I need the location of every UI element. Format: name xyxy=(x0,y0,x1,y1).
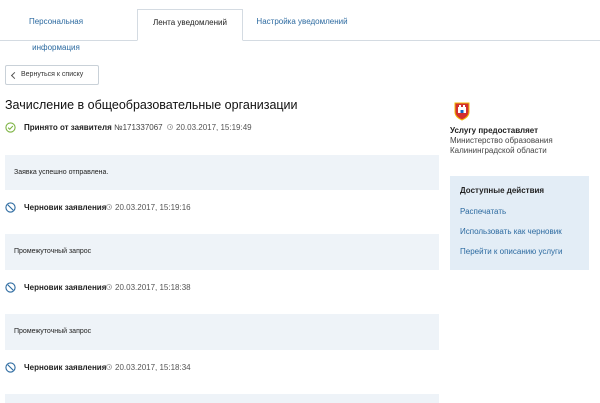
tab-bar-divider xyxy=(0,40,600,41)
event-time: 20.03.2017, 15:19:16 xyxy=(115,203,191,212)
provider-title: Услугу предоставляет xyxy=(450,126,539,135)
back-to-list-button[interactable]: Вернуться к списку xyxy=(5,65,99,85)
event-message: Промежуточный запрос xyxy=(5,234,439,270)
available-actions-panel: Доступные действия Распечатать Использов… xyxy=(450,176,589,270)
clock-icon xyxy=(106,204,112,210)
chevron-left-icon xyxy=(10,71,19,80)
clock-icon xyxy=(167,124,173,130)
clock-icon xyxy=(106,284,112,290)
coat-of-arms-icon xyxy=(454,102,470,121)
tab-notifications-feed[interactable]: Лента уведомлений xyxy=(137,9,243,41)
print-link[interactable]: Распечатать xyxy=(460,207,506,216)
event-message: Заявка успешно отправлена. xyxy=(5,155,439,190)
tab-personal-info[interactable]: Персональная информация xyxy=(6,9,106,52)
tab-bar: Персональная информация Лента уведомлени… xyxy=(0,0,600,52)
draft-icon xyxy=(5,362,16,373)
draft-icon xyxy=(5,202,16,213)
event-time: 20.03.2017, 15:18:38 xyxy=(115,283,191,292)
event-status: Черновик заявления xyxy=(24,283,107,292)
use-as-draft-link[interactable]: Использовать как черновик xyxy=(460,227,562,236)
event-item: Черновик заявления 20.03.2017, 15:19:16 xyxy=(5,202,445,214)
event-item: Черновик заявления 20.03.2017, 15:18:38 xyxy=(5,282,445,294)
event-message: Промежуточный запрос xyxy=(5,314,439,350)
event-time: 20.03.2017, 15:18:34 xyxy=(115,363,191,372)
event-item: Принято от заявителя №171337067 20.03.20… xyxy=(5,122,445,134)
draft-icon xyxy=(5,282,16,293)
event-number: №171337067 xyxy=(113,123,163,132)
clock-icon xyxy=(106,364,112,370)
actions-title: Доступные действия xyxy=(460,186,545,195)
event-status: Черновик заявления xyxy=(24,363,107,372)
check-circle-icon xyxy=(5,122,16,133)
tab-notification-settings[interactable]: Настройка уведомлений xyxy=(248,9,356,41)
service-description-link[interactable]: Перейти к описанию услуги xyxy=(460,247,562,256)
event-status: Черновик заявления xyxy=(24,203,107,212)
event-item: Черновик заявления 20.03.2017, 15:18:34 xyxy=(5,362,445,374)
page-title: Зачисление в общеобразовательные организ… xyxy=(5,98,298,112)
event-status: Принято от заявителя №171337067 xyxy=(24,123,163,132)
back-button-label: Вернуться к списку xyxy=(21,71,84,78)
event-time: 20.03.2017, 15:19:49 xyxy=(176,123,252,132)
event-message xyxy=(5,394,439,403)
provider-name: Министерство образования Калининградской… xyxy=(450,136,553,155)
